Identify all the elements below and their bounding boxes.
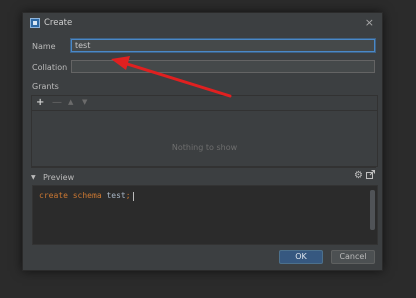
external-link-icon[interactable] bbox=[366, 170, 375, 182]
grants-label: Grants bbox=[32, 82, 59, 91]
text-cursor bbox=[133, 192, 134, 201]
empty-state-text: Nothing to show bbox=[171, 143, 238, 152]
collation-label: Collation bbox=[32, 63, 68, 72]
sql-preview-editor[interactable]: create schema test; bbox=[32, 185, 378, 245]
name-field[interactable] bbox=[71, 39, 375, 52]
sql-code-line: create schema test; bbox=[39, 191, 131, 200]
gear-icon[interactable]: ⚙ bbox=[354, 170, 363, 181]
vertical-scrollbar[interactable] bbox=[370, 190, 375, 230]
move-down-button[interactable]: ▼ bbox=[82, 96, 87, 109]
grants-toolbar: + — ▲ ▼ bbox=[32, 96, 377, 109]
cancel-button[interactable]: Cancel bbox=[331, 250, 375, 264]
name-label: Name bbox=[32, 42, 56, 51]
grants-list: Nothing to show bbox=[32, 110, 377, 166]
close-icon[interactable]: × bbox=[365, 16, 374, 29]
grants-table: + — ▲ ▼ Nothing to show bbox=[31, 95, 378, 167]
sql-keyword-schema: schema bbox=[72, 191, 102, 200]
dialog-title: Create bbox=[44, 18, 73, 28]
collation-field[interactable] bbox=[71, 60, 375, 73]
sql-semicolon: ; bbox=[125, 191, 131, 200]
datagrip-app-icon bbox=[30, 18, 40, 28]
ok-button[interactable]: OK bbox=[279, 250, 323, 264]
sql-identifier: test bbox=[106, 191, 126, 200]
divider bbox=[31, 167, 376, 168]
remove-grant-button[interactable]: — bbox=[52, 96, 62, 109]
move-up-button[interactable]: ▲ bbox=[68, 96, 73, 109]
add-grant-button[interactable]: + bbox=[36, 96, 44, 109]
preview-label: Preview bbox=[43, 173, 75, 182]
dialog-titlebar: Create × bbox=[23, 13, 382, 35]
create-schema-dialog: Create × Name Collation Grants + — ▲ ▼ N… bbox=[22, 12, 383, 271]
sql-keyword-create: create bbox=[39, 191, 68, 200]
triangle-down-icon: ▼ bbox=[31, 174, 36, 181]
